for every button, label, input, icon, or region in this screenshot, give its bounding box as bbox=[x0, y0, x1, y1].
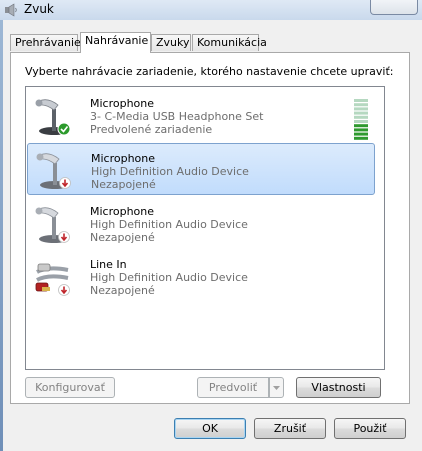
microphone-icon bbox=[35, 99, 71, 136]
tab-playback[interactable]: Prehrávanie bbox=[10, 34, 81, 51]
level-meter bbox=[354, 99, 368, 140]
device-description: High Definition Audio Device bbox=[90, 218, 248, 231]
device-description: High Definition Audio Device bbox=[90, 271, 248, 284]
level-meter-segment bbox=[354, 107, 368, 111]
level-meter-segment bbox=[354, 99, 368, 102]
set-default-dropdown[interactable] bbox=[269, 377, 284, 398]
list-item[interactable]: Microphone High Definition Audio Device … bbox=[26, 197, 384, 249]
instruction-text: Vyberte nahrávacie zariadenie, ktorého n… bbox=[25, 65, 394, 78]
device-status: Nezapojené bbox=[90, 231, 155, 244]
window-left-edge bbox=[0, 0, 3, 451]
level-meter-segment bbox=[354, 115, 368, 119]
sound-dialog: Zvuk Prehrávanie Nahrávanie Zvuky Komuni… bbox=[0, 0, 422, 451]
microphone-icon bbox=[35, 207, 70, 243]
level-meter-segment bbox=[354, 136, 368, 140]
apply-button[interactable]: Použiť bbox=[334, 418, 406, 439]
line-in-jack-icon bbox=[35, 263, 70, 296]
chevron-down-icon bbox=[273, 386, 280, 390]
properties-button[interactable]: Vlastnosti bbox=[296, 377, 381, 398]
window-title: Zvuk bbox=[24, 2, 54, 16]
recording-panel: Vyberte nahrávacie zariadenie, ktorého n… bbox=[10, 52, 410, 404]
level-meter-segment bbox=[354, 132, 368, 136]
title-bar[interactable]: Zvuk bbox=[0, 0, 422, 20]
cancel-button[interactable]: Zrušiť bbox=[254, 418, 326, 439]
device-list[interactable]: Microphone 3- C-Media USB Headphone Set … bbox=[25, 86, 385, 370]
level-meter-segment bbox=[354, 111, 368, 115]
level-meter-segment bbox=[354, 120, 368, 123]
device-name: Microphone bbox=[90, 205, 155, 218]
tab-communications[interactable]: Komunikácia bbox=[192, 34, 267, 51]
device-name: Microphone bbox=[91, 152, 156, 165]
level-meter-segment bbox=[354, 103, 368, 107]
device-status: Predvolené zariadenie bbox=[90, 123, 213, 136]
level-meter-segment bbox=[354, 124, 368, 128]
device-description: High Definition Audio Device bbox=[91, 165, 249, 178]
set-default-button[interactable]: Predvoliť bbox=[197, 377, 269, 398]
tab-sounds[interactable]: Zvuky bbox=[151, 34, 191, 51]
ok-button[interactable]: OK bbox=[174, 418, 246, 439]
close-button[interactable] bbox=[370, 0, 418, 15]
microphone-icon bbox=[36, 153, 71, 189]
device-status: Nezapojené bbox=[91, 178, 156, 191]
list-item[interactable]: Line In High Definition Audio Device Nez… bbox=[26, 250, 384, 302]
device-description: 3- C-Media USB Headphone Set bbox=[90, 110, 264, 123]
device-name: Microphone bbox=[90, 97, 155, 110]
device-name: Line In bbox=[90, 258, 127, 271]
list-item[interactable]: Microphone 3- C-Media USB Headphone Set … bbox=[26, 89, 384, 141]
list-item-selected[interactable]: Microphone High Definition Audio Device … bbox=[27, 143, 375, 195]
device-status: Nezapojené bbox=[90, 284, 155, 297]
tab-recording[interactable]: Nahrávanie bbox=[80, 32, 151, 53]
speaker-icon bbox=[5, 3, 17, 17]
level-meter-segment bbox=[354, 128, 368, 132]
configure-button[interactable]: Konfigurovať bbox=[25, 377, 115, 398]
